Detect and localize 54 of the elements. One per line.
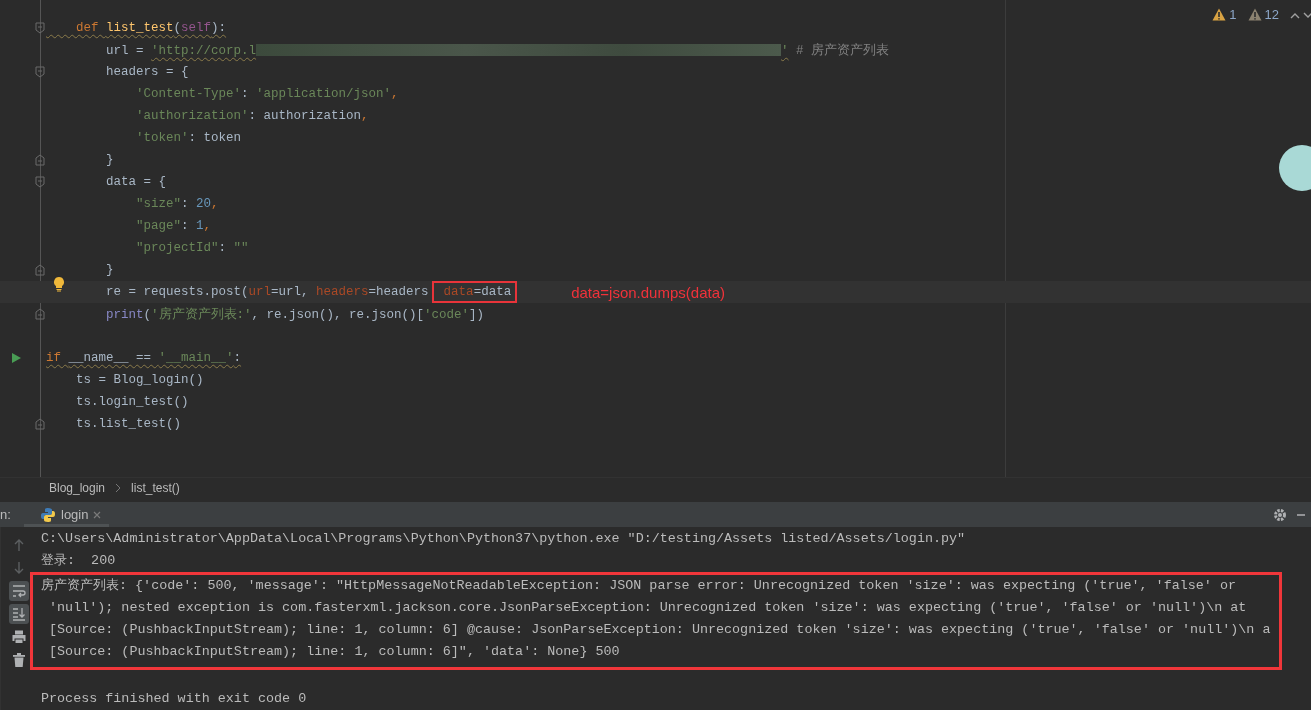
code-line: ts = Blog_login() xyxy=(75,373,204,387)
fold-icon xyxy=(35,308,45,320)
code-line: print('房产资产列表:', re.json(), re.json()['code']) xyxy=(105,306,485,323)
code-line: } xyxy=(105,263,114,277)
close-icon[interactable] xyxy=(93,510,102,519)
fold-icon xyxy=(35,264,45,276)
settings-icon[interactable] xyxy=(1273,507,1287,522)
console-line: Process finished with exit code 0 xyxy=(41,690,308,708)
console-line: 房产资产列表: {'code': 500, 'message': "HttpMessageNotReadableException: JSON parse error: Unrecognized token 'size': was expecting ('true', 'false' or xyxy=(41,577,1237,595)
fold-icon xyxy=(35,66,45,78)
scroll-end-icon xyxy=(11,606,27,622)
console-line: 'null'); nested exception is com.fasterxml.jackson.core.JsonParseException: Unrecognized token 'size': was expecting ('true', 'false' or 'null')\n at xyxy=(48,599,1248,617)
warning-icon[interactable] xyxy=(1247,8,1262,21)
code-line: 'token': token xyxy=(135,131,242,145)
trash-icon xyxy=(11,652,27,668)
code-line: 'authorization': authorization, xyxy=(135,109,369,123)
code-line: def list_test(self): xyxy=(75,21,227,35)
code-line: ts.login_test() xyxy=(75,395,189,409)
panel-label: n: xyxy=(0,507,12,522)
lightbulb-icon[interactable] xyxy=(53,275,65,292)
code-line: "page": 1, xyxy=(135,219,212,233)
console-line: C:\Users\Administrator\AppData\Local\Programs\Python\Python37\python.exe "D:/testing/Assets listed/Assets/login.py" xyxy=(41,530,967,548)
breadcrumb[interactable]: Blog_login xyxy=(49,481,106,496)
wrap-button[interactable] xyxy=(9,581,29,601)
scroll-end-button[interactable] xyxy=(9,604,29,624)
python-icon xyxy=(40,506,56,523)
code-line: if __name__ == '__main__': xyxy=(46,351,242,365)
breadcrumb[interactable]: list_test() xyxy=(131,481,180,496)
code-line: headers = { xyxy=(105,65,189,79)
chevron-right-icon xyxy=(115,483,122,494)
run-icon[interactable] xyxy=(11,352,21,364)
wrap-icon xyxy=(11,583,27,599)
code-line: url = 'http://corp.l ' # 房产资产列表 xyxy=(105,42,890,59)
fold-icon xyxy=(35,154,45,166)
printer-icon xyxy=(11,629,27,645)
code-line: } xyxy=(105,153,114,167)
warning-icon[interactable] xyxy=(1212,8,1227,21)
annotation-text: data=json.dumps(data) xyxy=(571,283,725,301)
code-line: data = { xyxy=(105,175,167,189)
code-line: 'Content-Type': 'application/json', xyxy=(135,87,399,101)
fold-icon xyxy=(35,176,45,188)
chevron-down-icon[interactable] xyxy=(1303,10,1311,19)
console-line: [Source: (PushbackInputStream); line: 1, column: 6]", 'data': None} 500 xyxy=(48,643,621,661)
fold-icon xyxy=(35,418,45,430)
code-line: re = requests.post(url=url, headers=headers data=data xyxy=(46,285,512,299)
code-line: "size": 20, xyxy=(135,197,219,211)
code-line: ts.list_test() xyxy=(75,417,182,431)
warning-count: 1 xyxy=(1229,7,1237,22)
console-line: 登录: 200 xyxy=(41,552,117,570)
minimize-icon[interactable] xyxy=(1297,513,1305,516)
console-line: [Source: (PushbackInputStream); line: 1, column: 6] @cause: JsonParseException: Unrecognized token 'size': was expecting ('true', 'false' or 'null')\n a xyxy=(48,621,1272,639)
warning-count: 12 xyxy=(1264,7,1279,22)
fold-icon xyxy=(35,22,45,34)
code-line: "projectId": "" xyxy=(135,241,249,255)
